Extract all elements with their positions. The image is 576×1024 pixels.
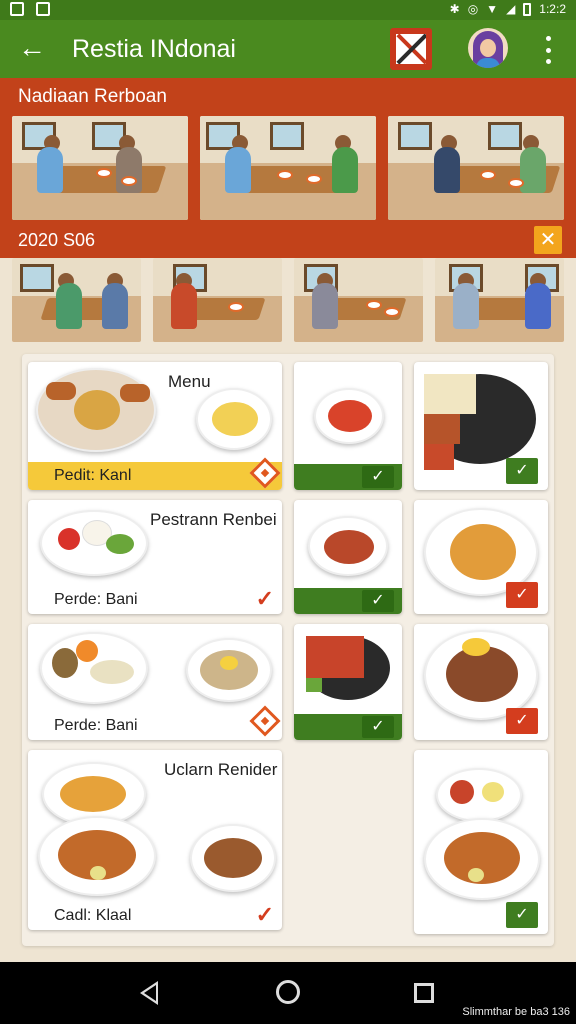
check-icon[interactable]: ✓ (362, 466, 394, 488)
dish-image (306, 636, 390, 700)
dish-card[interactable]: ✓ (294, 624, 402, 740)
banner-title: Nadiaan Rerboan (18, 86, 167, 107)
menu-card-footer: Perde: Bani (54, 717, 138, 734)
more-options-icon[interactable] (538, 36, 558, 64)
bluetooth-icon: ✱ (449, 2, 460, 16)
menu-grid: Menu Pedit: Kanl ✓ ✓ Pestrann Renbei Per… (22, 354, 554, 946)
avatar[interactable] (468, 28, 508, 68)
dish-image (40, 510, 148, 576)
check-button[interactable]: ✓ (506, 902, 538, 928)
gallery-image[interactable] (12, 258, 141, 342)
gallery-notification-icon (10, 2, 24, 16)
menu-card-title: Uclarn Renider (164, 760, 278, 779)
menu-card[interactable]: Menu Pedit: Kanl (28, 362, 282, 490)
dish-image (38, 816, 156, 896)
dish-image (190, 824, 276, 892)
check-icon[interactable]: ✓ (362, 716, 394, 738)
dish-image (424, 374, 536, 470)
menu-card[interactable]: Uclarn Renider Cadl: Klaal ✓ (28, 750, 282, 930)
dish-image (308, 516, 388, 576)
dish-card[interactable]: ✓ (294, 362, 402, 490)
system-navigation-bar: Slimmthar be ba3 136 (0, 962, 576, 1024)
dining-scene-image (388, 116, 564, 220)
app-title: Restia INdonai (72, 35, 236, 63)
dish-image (36, 368, 156, 452)
selected-bar: ✓ (294, 464, 402, 490)
status-bar: ✱ ◎ ▼ ◢ 1:2:2 (0, 0, 576, 20)
image-notification-icon (36, 2, 50, 16)
dish-image (314, 388, 384, 444)
checkmark-icon[interactable]: ✓ (256, 902, 274, 928)
dish-card[interactable]: ✓ (294, 500, 402, 614)
dish-card[interactable]: ✓ (414, 750, 548, 934)
menu-card-footer: Cadl: Klaal (54, 907, 132, 924)
back-arrow-icon[interactable]: ← (18, 32, 46, 64)
menu-card-title: Menu (168, 372, 211, 391)
check-button[interactable]: ✓ (506, 582, 538, 608)
menu-card-footer: Perde: Bani (54, 591, 138, 608)
dish-card[interactable]: ✓ (414, 624, 548, 740)
nav-recents-icon[interactable] (414, 983, 434, 1003)
dish-image (40, 632, 148, 704)
nav-home-icon[interactable] (276, 980, 300, 1004)
wifi-icon: ▼ (486, 2, 499, 16)
flag-button[interactable] (390, 28, 432, 70)
dish-image (186, 638, 272, 702)
check-button[interactable]: ✓ (506, 708, 538, 734)
banner-image-strip (12, 116, 564, 220)
menu-card[interactable]: Pestrann Renbei Perde: Bani ✓ (28, 500, 282, 614)
dish-image (424, 630, 538, 720)
alarm-icon: ◎ (467, 2, 479, 16)
dining-scene-image (200, 116, 376, 220)
watermark-text: Slimmthar be ba3 136 (462, 1006, 570, 1018)
dish-image (196, 388, 272, 450)
check-icon[interactable]: ✓ (362, 590, 394, 612)
selected-bar: ✓ (294, 588, 402, 614)
status-time: 1:2:2 (539, 2, 566, 16)
promo-code: 2020 S06 (18, 230, 96, 250)
gallery-image[interactable] (294, 258, 423, 342)
restaurant-gallery-strip (12, 258, 564, 342)
signal-icon: ◢ (506, 2, 516, 16)
checkmark-icon[interactable]: ✓ (256, 586, 274, 612)
flag-icon (396, 34, 426, 64)
menu-card-title: Pestrann Renbei (150, 510, 277, 529)
nav-back-icon[interactable] (140, 981, 158, 1005)
battery-icon (523, 2, 532, 16)
dish-card[interactable]: ✓ (414, 362, 548, 490)
menu-card[interactable]: Perde: Bani (28, 624, 282, 740)
dining-scene-image (12, 116, 188, 220)
selected-bar: ✓ (294, 714, 402, 740)
check-button[interactable]: ✓ (506, 458, 538, 484)
menu-card-footer: Pedit: Kanl (28, 462, 282, 490)
close-banner-button[interactable]: ✕ (534, 226, 562, 254)
app-bar: ← Restia INdonai (0, 20, 576, 78)
gallery-image[interactable] (153, 258, 282, 342)
dish-image (424, 818, 540, 900)
gallery-image[interactable] (435, 258, 564, 342)
banner-footer: 2020 S06 ✕ (0, 224, 576, 258)
dish-card[interactable]: ✓ (414, 500, 548, 614)
dish-image (436, 768, 522, 822)
